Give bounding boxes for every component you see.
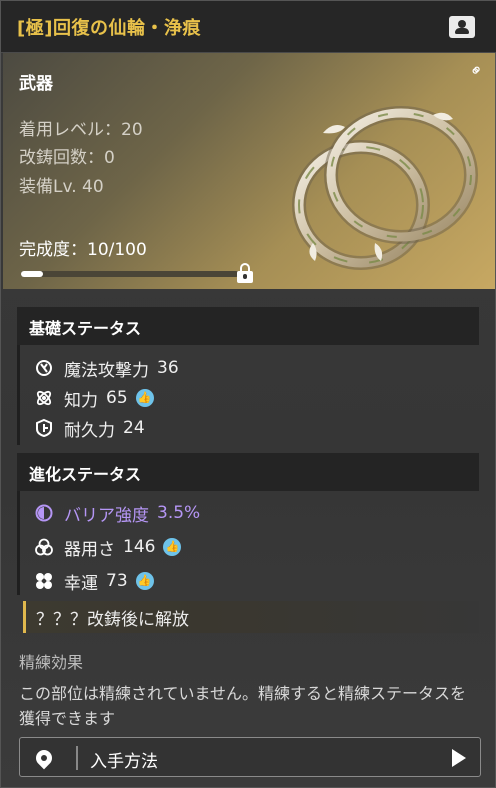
magic-attack-icon: [36, 360, 52, 376]
equip-level: 装備Lv. 40: [19, 177, 104, 197]
stat-value: 65: [106, 388, 128, 408]
completion-label: 完成度：10/100: [19, 240, 147, 260]
acquire-method-button[interactable]: 入手方法: [19, 737, 481, 777]
basic-status-title: 基礎ステータス: [29, 319, 142, 338]
barrier-icon: [35, 504, 53, 522]
recast-count: 改鋳回数：0: [19, 148, 115, 168]
stat-label: 幸運: [64, 573, 98, 594]
stat-value: 24: [123, 418, 145, 438]
refine-description: この部位は精練されていません。精練すると精練ステータスを獲得できます: [19, 684, 467, 728]
basic-status-header: 基礎ステータス: [17, 307, 479, 345]
stat-label: 魔法攻撃力: [64, 360, 149, 381]
evolution-status-list: バリア強度 3.5% 器用さ 146 👍 幸運 73 👍: [17, 491, 479, 595]
stat-label: 耐久力: [64, 420, 115, 441]
intellect-icon: [36, 390, 52, 406]
location-pin-icon: [32, 746, 56, 770]
stat-label: 器用さ: [64, 539, 115, 560]
lock-icon: [235, 263, 255, 283]
stat-label: 知力: [64, 390, 98, 411]
item-image: [292, 106, 478, 270]
thumbs-up-icon: 👍: [163, 538, 182, 556]
stat-luck: 幸運 73 👍: [34, 568, 154, 594]
divider: [76, 746, 78, 770]
stat-value: 36: [157, 358, 179, 378]
stat-label: バリア強度: [64, 505, 149, 526]
basic-status-list: 魔法攻撃力 36 知力 65 👍 耐久力 24: [17, 345, 479, 445]
completion-bar: [21, 271, 239, 277]
evolution-status-title: 進化ステータス: [29, 465, 142, 484]
link-icon[interactable]: ⚭: [462, 56, 490, 84]
completion-bar-fill: [21, 271, 43, 277]
dexterity-icon: [35, 538, 53, 556]
stat-value: 3.5%: [157, 503, 201, 523]
evolution-status-header: 進化ステータス: [17, 453, 479, 491]
arrow-right-icon: [452, 749, 466, 767]
stat-value: 73: [106, 571, 128, 591]
stat-barrier: バリア強度 3.5%: [34, 500, 200, 526]
item-title: [極]回復の仙輪・浄痕: [17, 18, 201, 39]
item-header: [極]回復の仙輪・浄痕: [1, 1, 496, 53]
item-hero: ⚭ 武器 着用レベル：20 改鋳回数：0 装備Lv. 40 完成度：10/100: [3, 53, 495, 289]
stat-durability: 耐久力 24: [34, 415, 145, 441]
stat-value: 146: [123, 537, 156, 557]
durability-icon: [36, 418, 52, 438]
stat-magic-attack: 魔法攻撃力 36: [34, 355, 179, 381]
luck-icon: [36, 573, 52, 589]
item-category: 武器: [19, 74, 53, 94]
stat-dexterity: 器用さ 146 👍: [34, 534, 182, 560]
profile-icon[interactable]: [449, 16, 475, 38]
thumbs-up-icon: 👍: [135, 572, 154, 590]
item-detail-panel: [極]回復の仙輪・浄痕 ⚭ 武器 着用レベル：20 改鋳回数：0 装備Lv. 4…: [0, 0, 496, 788]
stat-intellect: 知力 65 👍: [34, 385, 154, 411]
locked-status-label: ？？？改鋳後に解放: [36, 610, 189, 630]
acquire-method-label: 入手方法: [90, 752, 158, 772]
thumbs-up-icon: 👍: [135, 389, 154, 407]
refine-title: 精練効果: [19, 653, 84, 672]
locked-status-row: ？？？改鋳後に解放: [23, 601, 479, 633]
wear-level: 着用レベル：20: [19, 120, 143, 140]
